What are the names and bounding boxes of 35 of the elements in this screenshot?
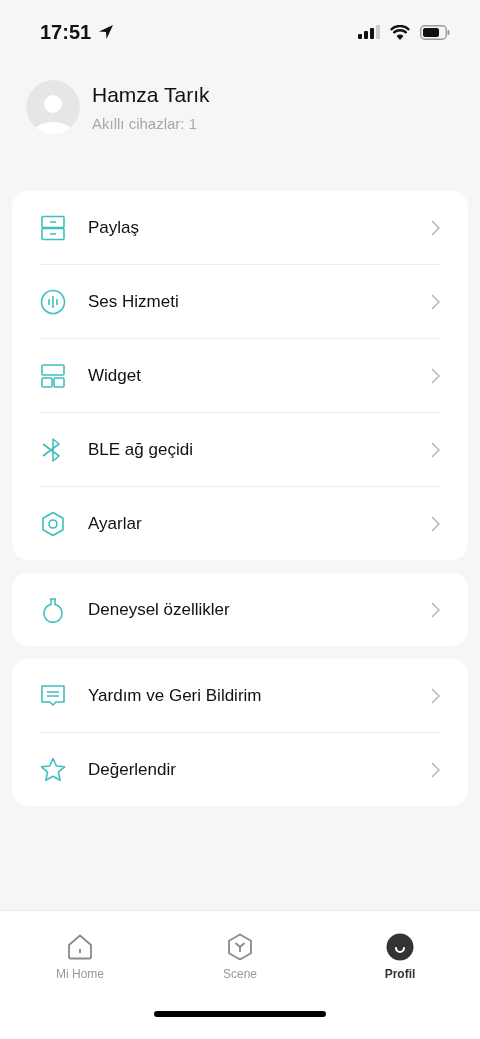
chevron-right-icon [431, 601, 440, 618]
menu-item[interactable]: BLE ağ geçidi [40, 413, 440, 487]
hexagon-icon [40, 510, 66, 537]
status-time: 17:51 [40, 20, 92, 44]
menu-item[interactable]: Değerlendir [40, 733, 440, 806]
location-arrow-icon [98, 24, 115, 40]
chevron-right-icon [431, 367, 440, 384]
tab[interactable]: Profil [320, 933, 480, 981]
widget-grid-icon [40, 362, 66, 389]
smile-circle-icon [386, 933, 414, 961]
device-count: Akıllı cihazlar: 1 [92, 114, 199, 132]
chevron-right-icon [431, 687, 440, 704]
chevron-right-icon [431, 441, 440, 458]
chevron-right-icon [431, 219, 440, 236]
hexagon-icon [226, 933, 254, 961]
flask-icon [40, 596, 66, 623]
message-icon [40, 682, 66, 709]
menu-item[interactable]: Deneysel özellikler [40, 573, 440, 646]
sound-wave-icon [40, 288, 66, 315]
chevron-right-icon [431, 293, 440, 310]
menu-item[interactable]: Yardım ve Geri Bildirim [40, 659, 440, 733]
avatar-icon[interactable] [26, 80, 80, 134]
user-name: Hamza Tarık [92, 82, 210, 107]
star-icon [40, 756, 66, 783]
menu-item[interactable]: Widget [40, 339, 440, 413]
menu-item[interactable]: Ses Hizmeti [40, 265, 440, 339]
drawer-icon [40, 214, 66, 241]
wifi-icon [390, 24, 410, 40]
menu-item[interactable]: Paylaş [40, 191, 440, 265]
battery-icon [420, 24, 450, 40]
home-icon [66, 933, 94, 961]
menu-item[interactable]: Ayarlar [40, 487, 440, 560]
chevron-right-icon [431, 761, 440, 778]
chevron-right-icon [431, 515, 440, 532]
signal-icon [358, 25, 380, 39]
